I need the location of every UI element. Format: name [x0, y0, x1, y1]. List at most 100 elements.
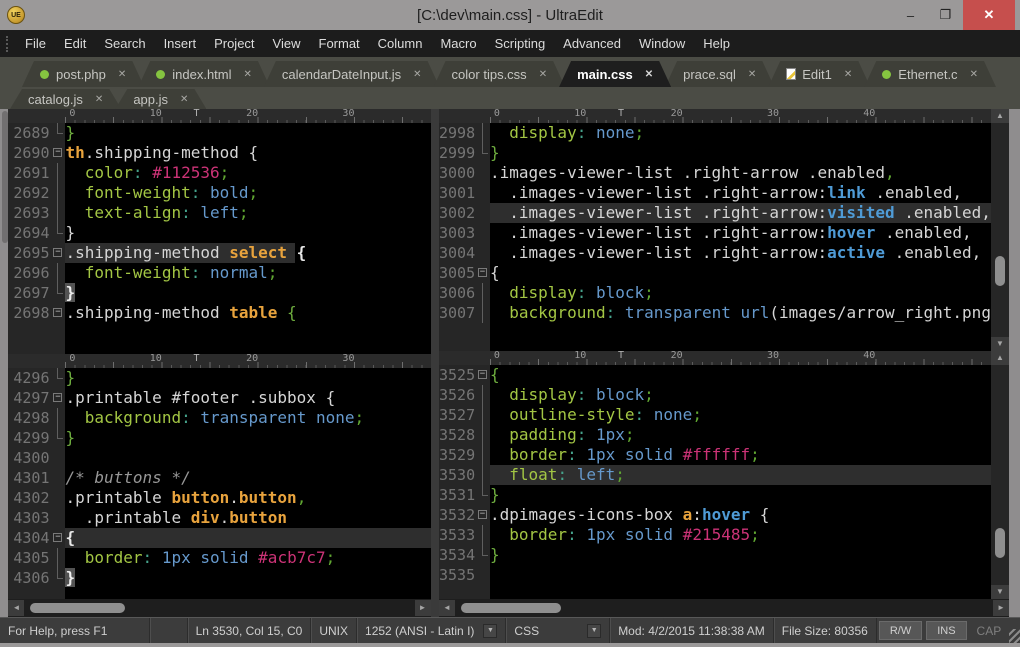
fold-column[interactable]: − [477, 365, 490, 385]
fold-column[interactable]: − [52, 303, 65, 323]
code-line[interactable]: .printable button.button, [65, 488, 430, 508]
code-line[interactable]: border: 1px solid #ffffff; [490, 445, 991, 465]
code-line[interactable]: } [65, 368, 430, 388]
menu-item-help[interactable]: Help [694, 30, 739, 57]
code-line[interactable]: } [65, 568, 430, 588]
code-line[interactable]: border: 1px solid #acb7c7; [65, 548, 430, 568]
fold-collapse-icon[interactable]: − [53, 308, 62, 317]
tab-color-tips-css[interactable]: color tips.css✕ [434, 61, 566, 87]
tab-edit1[interactable]: Edit1✕ [768, 61, 870, 87]
scroll-down-icon[interactable]: ▼ [991, 337, 1009, 351]
code-line[interactable] [490, 565, 991, 585]
horizontal-scrollbar-right[interactable]: ◄ ► [439, 599, 1009, 617]
code-line[interactable]: } [490, 485, 991, 505]
code-line[interactable]: background: transparent url(images/arrow… [490, 303, 991, 323]
horizontal-scrollbar-left[interactable]: ◄ ► [8, 599, 430, 617]
code-line[interactable]: } [65, 223, 430, 243]
tab-close-icon[interactable]: ✕ [970, 69, 978, 80]
code-line[interactable]: .shipping-method select { [65, 243, 430, 263]
minimize-button[interactable]: – [893, 0, 928, 30]
fold-column[interactable]: − [52, 243, 65, 263]
code-line[interactable]: } [65, 123, 430, 143]
fold-column[interactable]: − [477, 263, 490, 283]
scroll-down-icon[interactable]: ▼ [991, 585, 1009, 599]
menu-grip-handle[interactable] [6, 36, 8, 52]
scrollbar-thumb[interactable] [30, 603, 125, 613]
scroll-right-icon[interactable]: ► [415, 600, 431, 616]
fold-column[interactable]: − [52, 528, 65, 548]
read-write-toggle[interactable]: R/W [879, 621, 922, 640]
fold-collapse-icon[interactable]: − [53, 533, 62, 542]
code-line[interactable]: /* buttons */ [65, 468, 430, 488]
code-line[interactable] [65, 448, 430, 468]
menu-item-edit[interactable]: Edit [55, 30, 95, 57]
code-line[interactable]: .images-viewer-list .right-arrow:visited… [490, 203, 991, 223]
code-line[interactable]: float: left; [490, 465, 991, 485]
left-vertical-scrollbar[interactable] [0, 109, 8, 617]
code-line[interactable]: .images-viewer-list .right-arrow:hover .… [490, 223, 991, 243]
code-line[interactable]: .images-viewer-list .right-arrow .enable… [490, 163, 991, 183]
fold-collapse-icon[interactable]: − [478, 268, 487, 277]
insert-mode-toggle[interactable]: INS [926, 621, 966, 640]
fold-collapse-icon[interactable]: − [53, 148, 62, 157]
menu-item-insert[interactable]: Insert [155, 30, 206, 57]
status-encoding-select[interactable]: 1252 (ANSI - Latin I)▼ [357, 618, 506, 643]
code-line[interactable]: .images-viewer-list .right-arrow:link .e… [490, 183, 991, 203]
tab-post-php[interactable]: post.php✕ [22, 61, 144, 87]
tab-close-icon[interactable]: ✕ [539, 69, 547, 80]
code-line[interactable]: display: block; [490, 385, 991, 405]
pane-bottom-right[interactable]: 010T2030403525−{3526 display: block;3527… [439, 351, 991, 599]
tab-close-icon[interactable]: ✕ [180, 94, 188, 105]
pane-splitter[interactable] [431, 109, 439, 617]
pane-top-right[interactable]: 010T2030402998 display: none;2999}3000.i… [439, 109, 991, 351]
tab-ethernet-c[interactable]: Ethernet.c✕ [864, 61, 996, 87]
fold-column[interactable]: − [52, 388, 65, 408]
code-line[interactable]: .printable div.button [65, 508, 430, 528]
menu-item-project[interactable]: Project [205, 30, 263, 57]
scrollbar-thumb[interactable] [995, 256, 1005, 286]
close-button[interactable]: ✕ [963, 0, 1015, 30]
scroll-left-icon[interactable]: ◄ [439, 600, 455, 616]
code-line[interactable]: font-weight: normal; [65, 263, 430, 283]
scrollbar-thumb[interactable] [2, 111, 8, 243]
pane-top-left[interactable]: 010T20304052689}2690−th.shipping-method … [8, 109, 430, 354]
menu-item-advanced[interactable]: Advanced [554, 30, 630, 57]
code-line[interactable]: padding: 1px; [490, 425, 991, 445]
tab-calendardateinput-js[interactable]: calendarDateInput.js✕ [264, 61, 440, 87]
menu-item-search[interactable]: Search [95, 30, 154, 57]
code-line[interactable]: .dpimages-icons-box a:hover { [490, 505, 991, 525]
resize-grip[interactable] [1009, 629, 1020, 643]
tab-close-icon[interactable]: ✕ [244, 69, 252, 80]
menu-item-column[interactable]: Column [369, 30, 432, 57]
fold-collapse-icon[interactable]: − [478, 510, 487, 519]
code-line[interactable]: th.shipping-method { [65, 143, 430, 163]
code-line[interactable]: display: none; [490, 123, 991, 143]
menu-item-window[interactable]: Window [630, 30, 694, 57]
menu-item-macro[interactable]: Macro [431, 30, 485, 57]
code-line[interactable]: } [65, 428, 430, 448]
code-line[interactable]: color: #112536; [65, 163, 430, 183]
status-syntax-select[interactable]: CSS▼ [506, 618, 610, 643]
fold-collapse-icon[interactable]: − [53, 393, 62, 402]
tab-close-icon[interactable]: ✕ [748, 69, 756, 80]
fold-collapse-icon[interactable]: − [53, 248, 62, 257]
code-line[interactable]: } [490, 143, 991, 163]
tab-app-js[interactable]: app.js✕ [115, 89, 206, 109]
code-line[interactable]: { [65, 528, 430, 548]
code-line[interactable]: .shipping-method table { [65, 303, 430, 323]
tab-close-icon[interactable]: ✕ [413, 69, 421, 80]
code-line[interactable]: display: block; [490, 283, 991, 303]
tab-main-css[interactable]: main.css✕ [559, 61, 671, 87]
tab-catalog-js[interactable]: catalog.js✕ [10, 89, 121, 109]
tab-prace-sql[interactable]: prace.sql✕ [665, 61, 774, 87]
code-line[interactable]: .images-viewer-list .right-arrow:active … [490, 243, 991, 263]
fold-collapse-icon[interactable]: − [478, 370, 487, 379]
code-line[interactable]: } [65, 283, 430, 303]
chevron-down-icon[interactable]: ▼ [483, 624, 497, 638]
fold-column[interactable]: − [477, 505, 490, 525]
tab-close-icon[interactable]: ✕ [844, 69, 852, 80]
scroll-right-icon[interactable]: ► [993, 600, 1009, 616]
code-line[interactable]: font-weight: bold; [65, 183, 430, 203]
vertical-scrollbar-bottom-right[interactable]: ▲ ▼ [991, 351, 1009, 599]
pane-bottom-left[interactable]: 010T20304054296}4297−.printable #footer … [8, 354, 430, 599]
